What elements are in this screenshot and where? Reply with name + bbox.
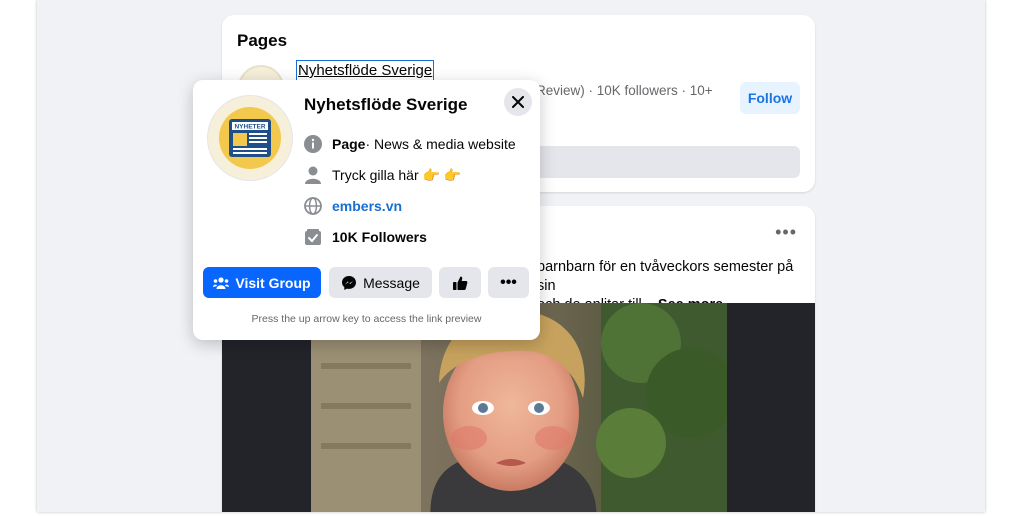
keyboard-hint: Press the up arrow key to access the lin… (251, 313, 482, 325)
close-button[interactable] (504, 88, 532, 116)
messenger-icon (341, 275, 357, 291)
visit-group-button[interactable]: Visit Group (203, 267, 321, 298)
close-icon (512, 96, 524, 108)
page-action-bar[interactable] (522, 146, 800, 178)
visit-group-label: Visit Group (235, 274, 311, 291)
more-options-button[interactable]: ••• (488, 267, 529, 298)
page-meta: Review) · 10K followers · 10+ (536, 83, 713, 98)
intro-row: Tryck gilla här 👉 👉 (303, 165, 461, 185)
page-hover-card: NYHETER Nyhetsflöde Sverige Page · News … (193, 80, 540, 340)
website-link[interactable]: embers.vn (332, 198, 402, 214)
person-icon (303, 165, 323, 185)
post-text-line-1: barnbarn för en tvåveckors semester på s… (537, 259, 794, 294)
page-logo[interactable]: NYHETER (207, 95, 293, 181)
page-category: · News & media website (365, 136, 516, 152)
page-type-row: Page · News & media website (303, 134, 516, 154)
pages-title: Pages (237, 31, 288, 50)
followers-row: 10K Followers (303, 227, 427, 247)
thumbs-up-icon (453, 276, 468, 290)
message-button[interactable]: Message (329, 267, 432, 298)
message-label: Message (363, 274, 420, 291)
globe-icon (303, 196, 323, 216)
intro-text: Tryck gilla här 👉 👉 (332, 166, 462, 183)
group-icon (213, 276, 230, 289)
followers-check-icon (303, 227, 323, 247)
page-logo-text: NYHETER (234, 124, 265, 131)
website-row: embers.vn (303, 196, 402, 216)
follow-button[interactable]: Follow (740, 82, 800, 114)
post-more-options-icon[interactable]: ••• (775, 222, 797, 243)
like-button[interactable] (439, 267, 481, 298)
info-icon (303, 134, 323, 154)
followers-count: 10K Followers (332, 229, 427, 245)
hover-card-title[interactable]: Nyhetsflöde Sverige (304, 95, 467, 115)
page-name-link[interactable]: Nyhetsflöde Sverige (295, 60, 435, 81)
page-type-label: Page (332, 136, 366, 152)
